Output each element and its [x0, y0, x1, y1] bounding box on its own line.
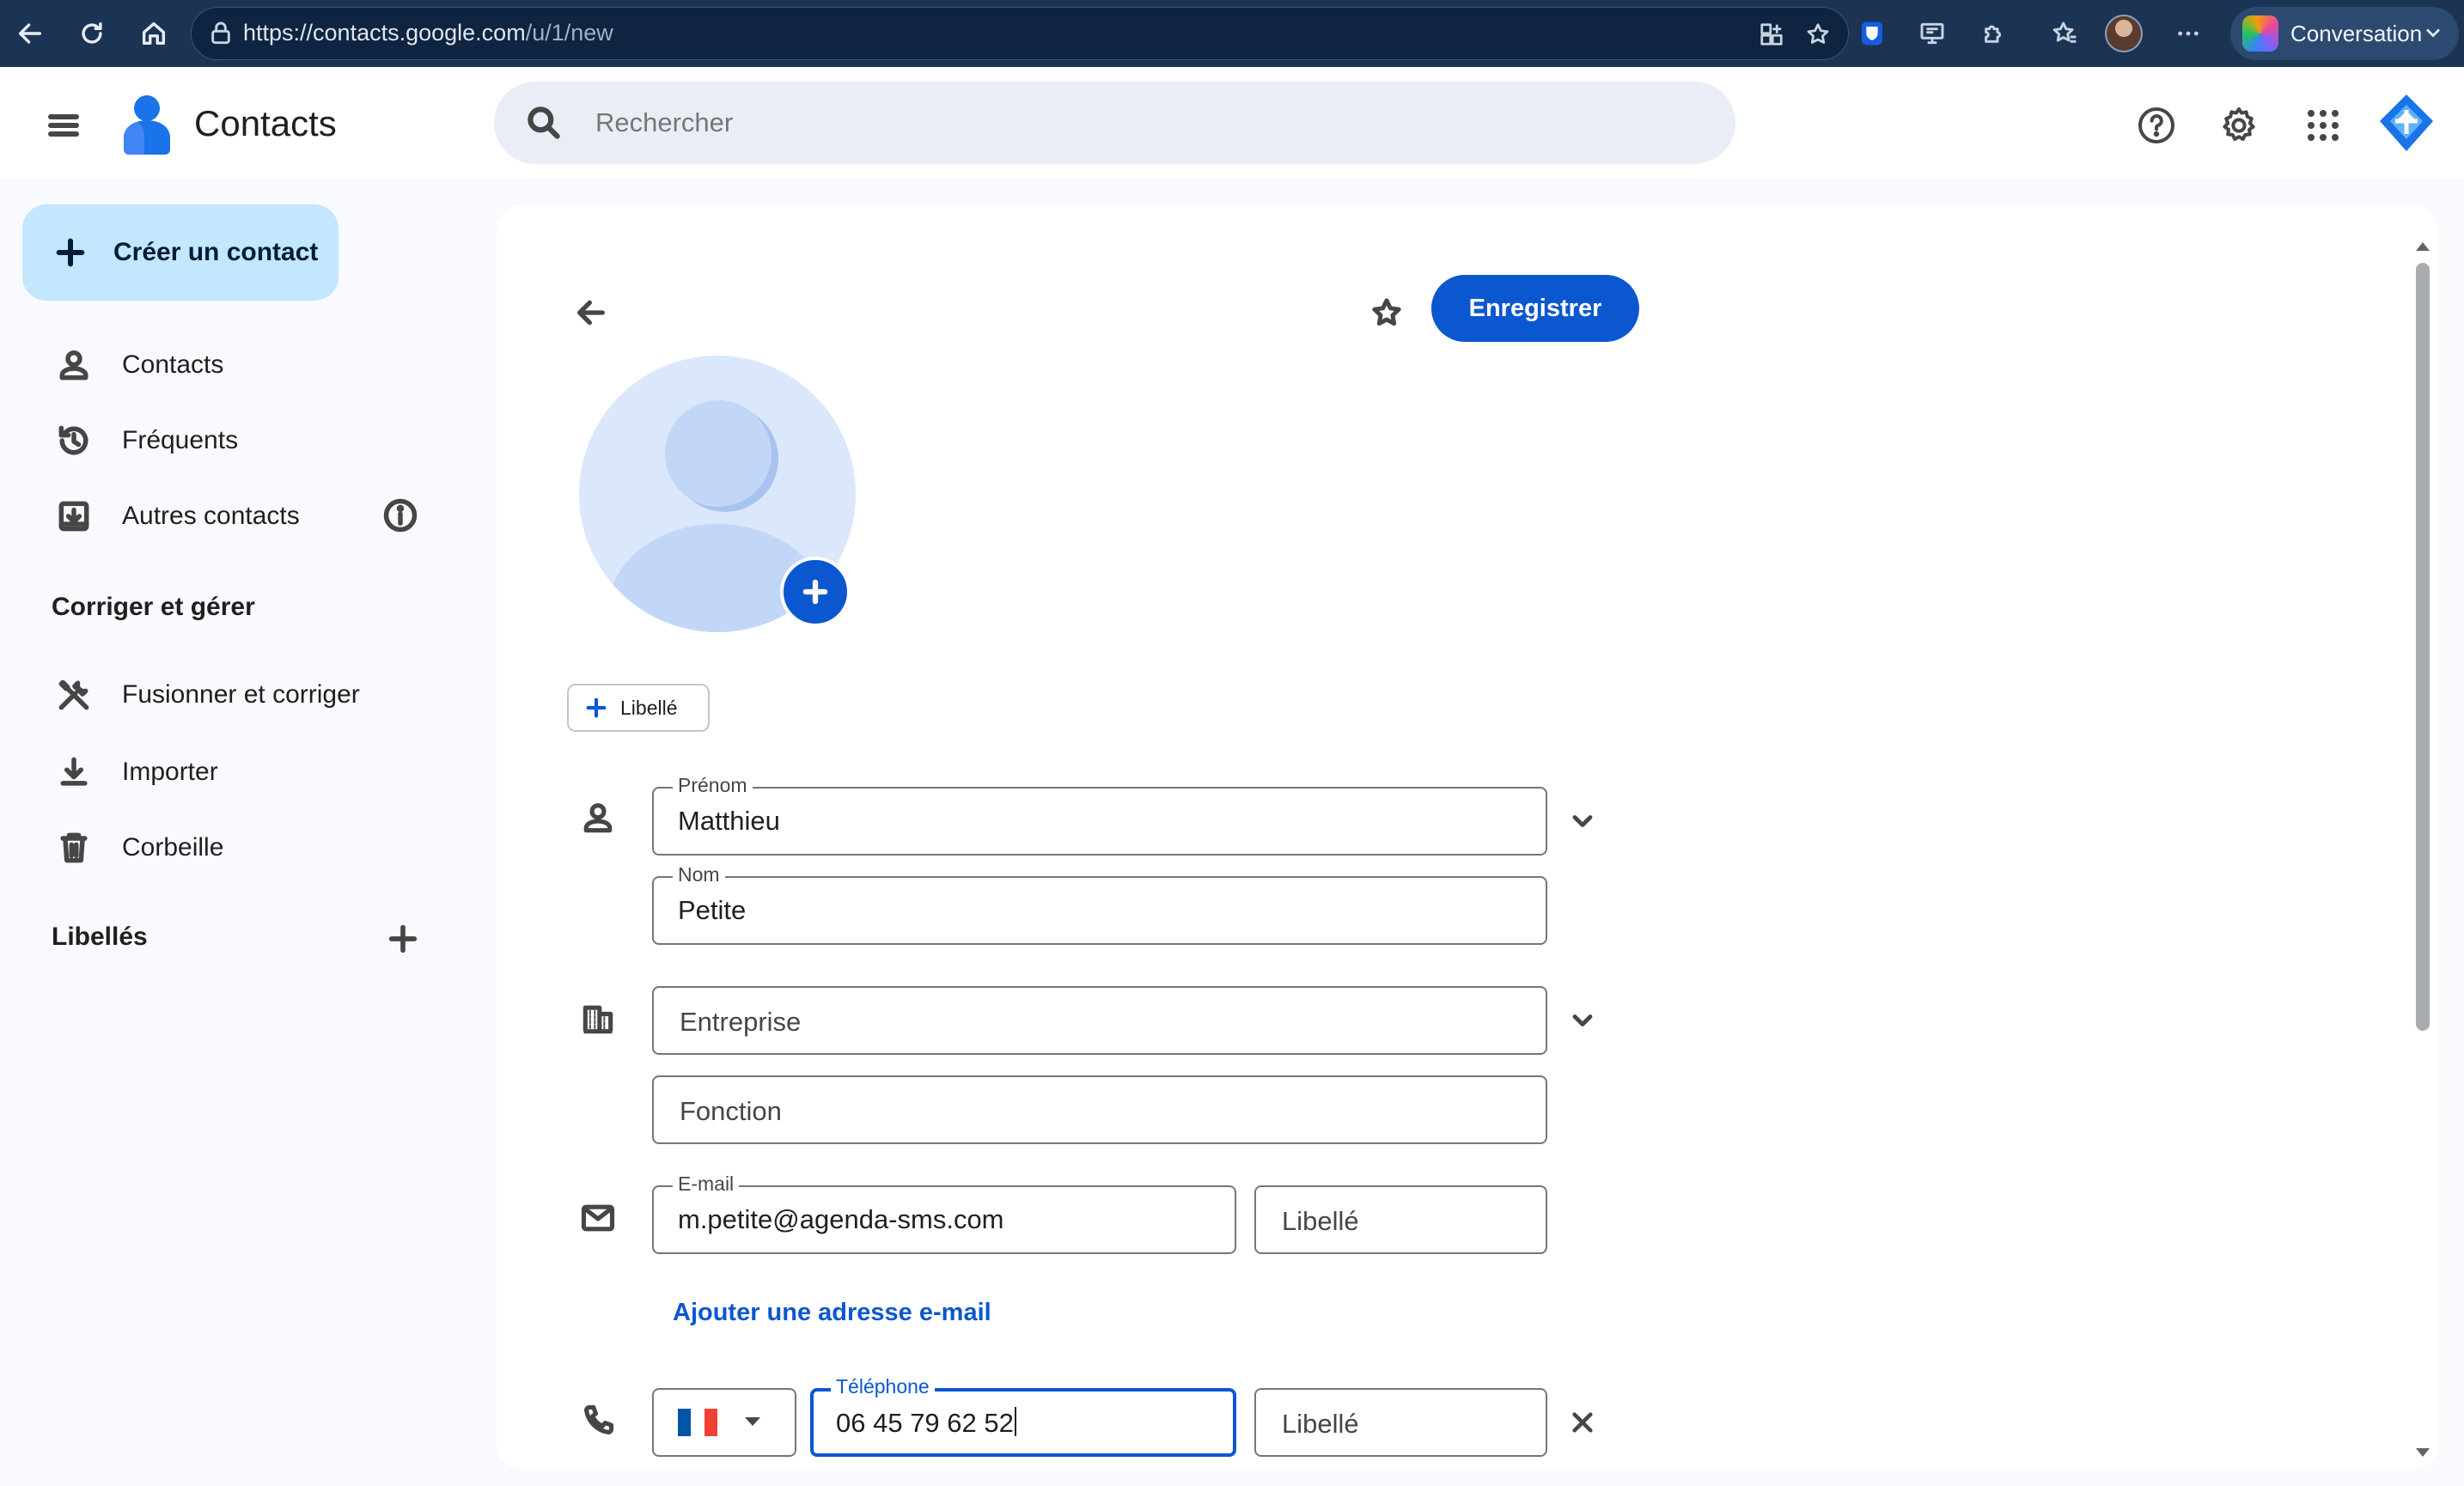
scroll-up-arrow[interactable]	[2416, 242, 2430, 251]
trash-icon	[60, 832, 88, 863]
lock-icon	[207, 20, 235, 47]
phone-field[interactable]: Téléphone 06 45 79 62 52	[810, 1375, 1236, 1457]
add-email-link[interactable]: Ajouter une adresse e-mail	[673, 1299, 991, 1327]
main-menu-icon[interactable]	[40, 101, 88, 149]
sidebar-item-contacts[interactable]: Contacts	[26, 332, 473, 399]
info-icon[interactable]	[381, 496, 423, 538]
building-icon	[579, 1000, 620, 1041]
app-available-icon[interactable]	[1753, 16, 1790, 52]
tools-icon	[58, 679, 89, 710]
browser-toolbar: https://contacts.google.com/u/1/new Conv…	[0, 0, 2464, 67]
scroll-down-arrow[interactable]	[2416, 1448, 2430, 1457]
favorite-star-icon[interactable]	[1800, 16, 1836, 52]
phone-label-field[interactable]: Libellé	[1254, 1388, 1547, 1457]
chevron-down-icon[interactable]	[1562, 801, 1603, 842]
add-photo-button[interactable]	[780, 557, 851, 627]
browser-back-icon[interactable]	[9, 12, 52, 55]
account-avatar-icon[interactable]	[2378, 93, 2435, 153]
favorites-icon[interactable]	[2045, 14, 2084, 53]
dropdown-arrow-icon	[745, 1417, 760, 1426]
google-apps-grid-icon[interactable]	[2297, 100, 2349, 151]
screen-cast-icon[interactable]	[1912, 14, 1952, 53]
person-outline-icon	[579, 799, 620, 840]
email-field[interactable]: E-mail m.petite@agenda-sms.com	[652, 1172, 1236, 1254]
contacts-logo-icon	[119, 93, 175, 155]
star-icon[interactable]	[1363, 289, 1411, 337]
chevron-down-icon[interactable]	[1562, 1000, 1603, 1041]
company-field[interactable]: Entreprise	[652, 986, 1547, 1055]
extensions-puzzle-icon[interactable]	[1974, 14, 2014, 53]
copilot-conversation-button[interactable]: Conversation	[2230, 7, 2459, 60]
close-icon[interactable]	[1562, 1402, 1603, 1443]
scrollbar-thumb[interactable]	[2416, 263, 2430, 1031]
help-icon[interactable]	[2131, 100, 2182, 151]
add-label-button[interactable]	[381, 917, 424, 960]
sidebar-item-import[interactable]: Importer	[26, 739, 473, 806]
sidebar-item-trash[interactable]: Corbeille	[26, 814, 473, 881]
mail-icon	[579, 1199, 620, 1240]
archive-icon	[58, 501, 89, 532]
france-flag-icon	[678, 1409, 717, 1436]
app-header: Contacts	[0, 67, 2464, 179]
plus-icon	[56, 238, 85, 267]
email-label-field[interactable]: Libellé	[1254, 1185, 1547, 1254]
last-name-field[interactable]: Nom Petite	[652, 863, 1547, 945]
country-code-select[interactable]	[652, 1388, 796, 1457]
add-label-chip[interactable]: Libellé	[567, 684, 710, 732]
manage-section-title: Corriger et gérer	[52, 593, 255, 621]
search-icon[interactable]	[525, 104, 563, 142]
sidebar-item-frequent[interactable]: Fréquents	[26, 407, 473, 474]
back-arrow-icon[interactable]	[567, 289, 615, 337]
browser-reload-icon[interactable]	[70, 12, 113, 55]
history-icon	[58, 425, 88, 455]
sidebar-item-merge-fix[interactable]: Fusionner et corriger	[26, 661, 473, 728]
search-input[interactable]	[595, 99, 1695, 147]
copilot-icon	[2242, 15, 2278, 52]
first-name-field[interactable]: Prénom Matthieu	[652, 774, 1547, 856]
address-bar[interactable]: https://contacts.google.com/u/1/new	[191, 7, 1849, 60]
save-button[interactable]: Enregistrer	[1431, 275, 1639, 342]
chevron-down-icon	[2421, 21, 2445, 45]
labels-section-title: Libellés	[52, 923, 148, 951]
person-icon	[59, 350, 88, 381]
plus-icon	[586, 697, 607, 718]
browser-home-icon[interactable]	[132, 12, 175, 55]
plus-icon	[388, 924, 418, 953]
bitwarden-extension-icon[interactable]	[1852, 14, 1892, 53]
app-title: Contacts	[194, 103, 337, 143]
job-title-field[interactable]: Fonction	[652, 1075, 1547, 1144]
contact-form-card: Enregistrer Libellé Prénom Matthieu Nom …	[497, 206, 2438, 1469]
create-contact-button[interactable]: Créer un contact	[22, 204, 338, 301]
plus-icon	[802, 579, 828, 605]
download-icon	[60, 757, 88, 786]
browser-profile-avatar[interactable]	[2105, 15, 2143, 52]
settings-gear-icon[interactable]	[2213, 100, 2265, 151]
more-options-icon[interactable]	[2168, 14, 2208, 53]
url-text: https://contacts.google.com/u/1/new	[243, 20, 613, 46]
search-bar[interactable]	[494, 82, 1735, 164]
phone-icon	[579, 1402, 620, 1443]
